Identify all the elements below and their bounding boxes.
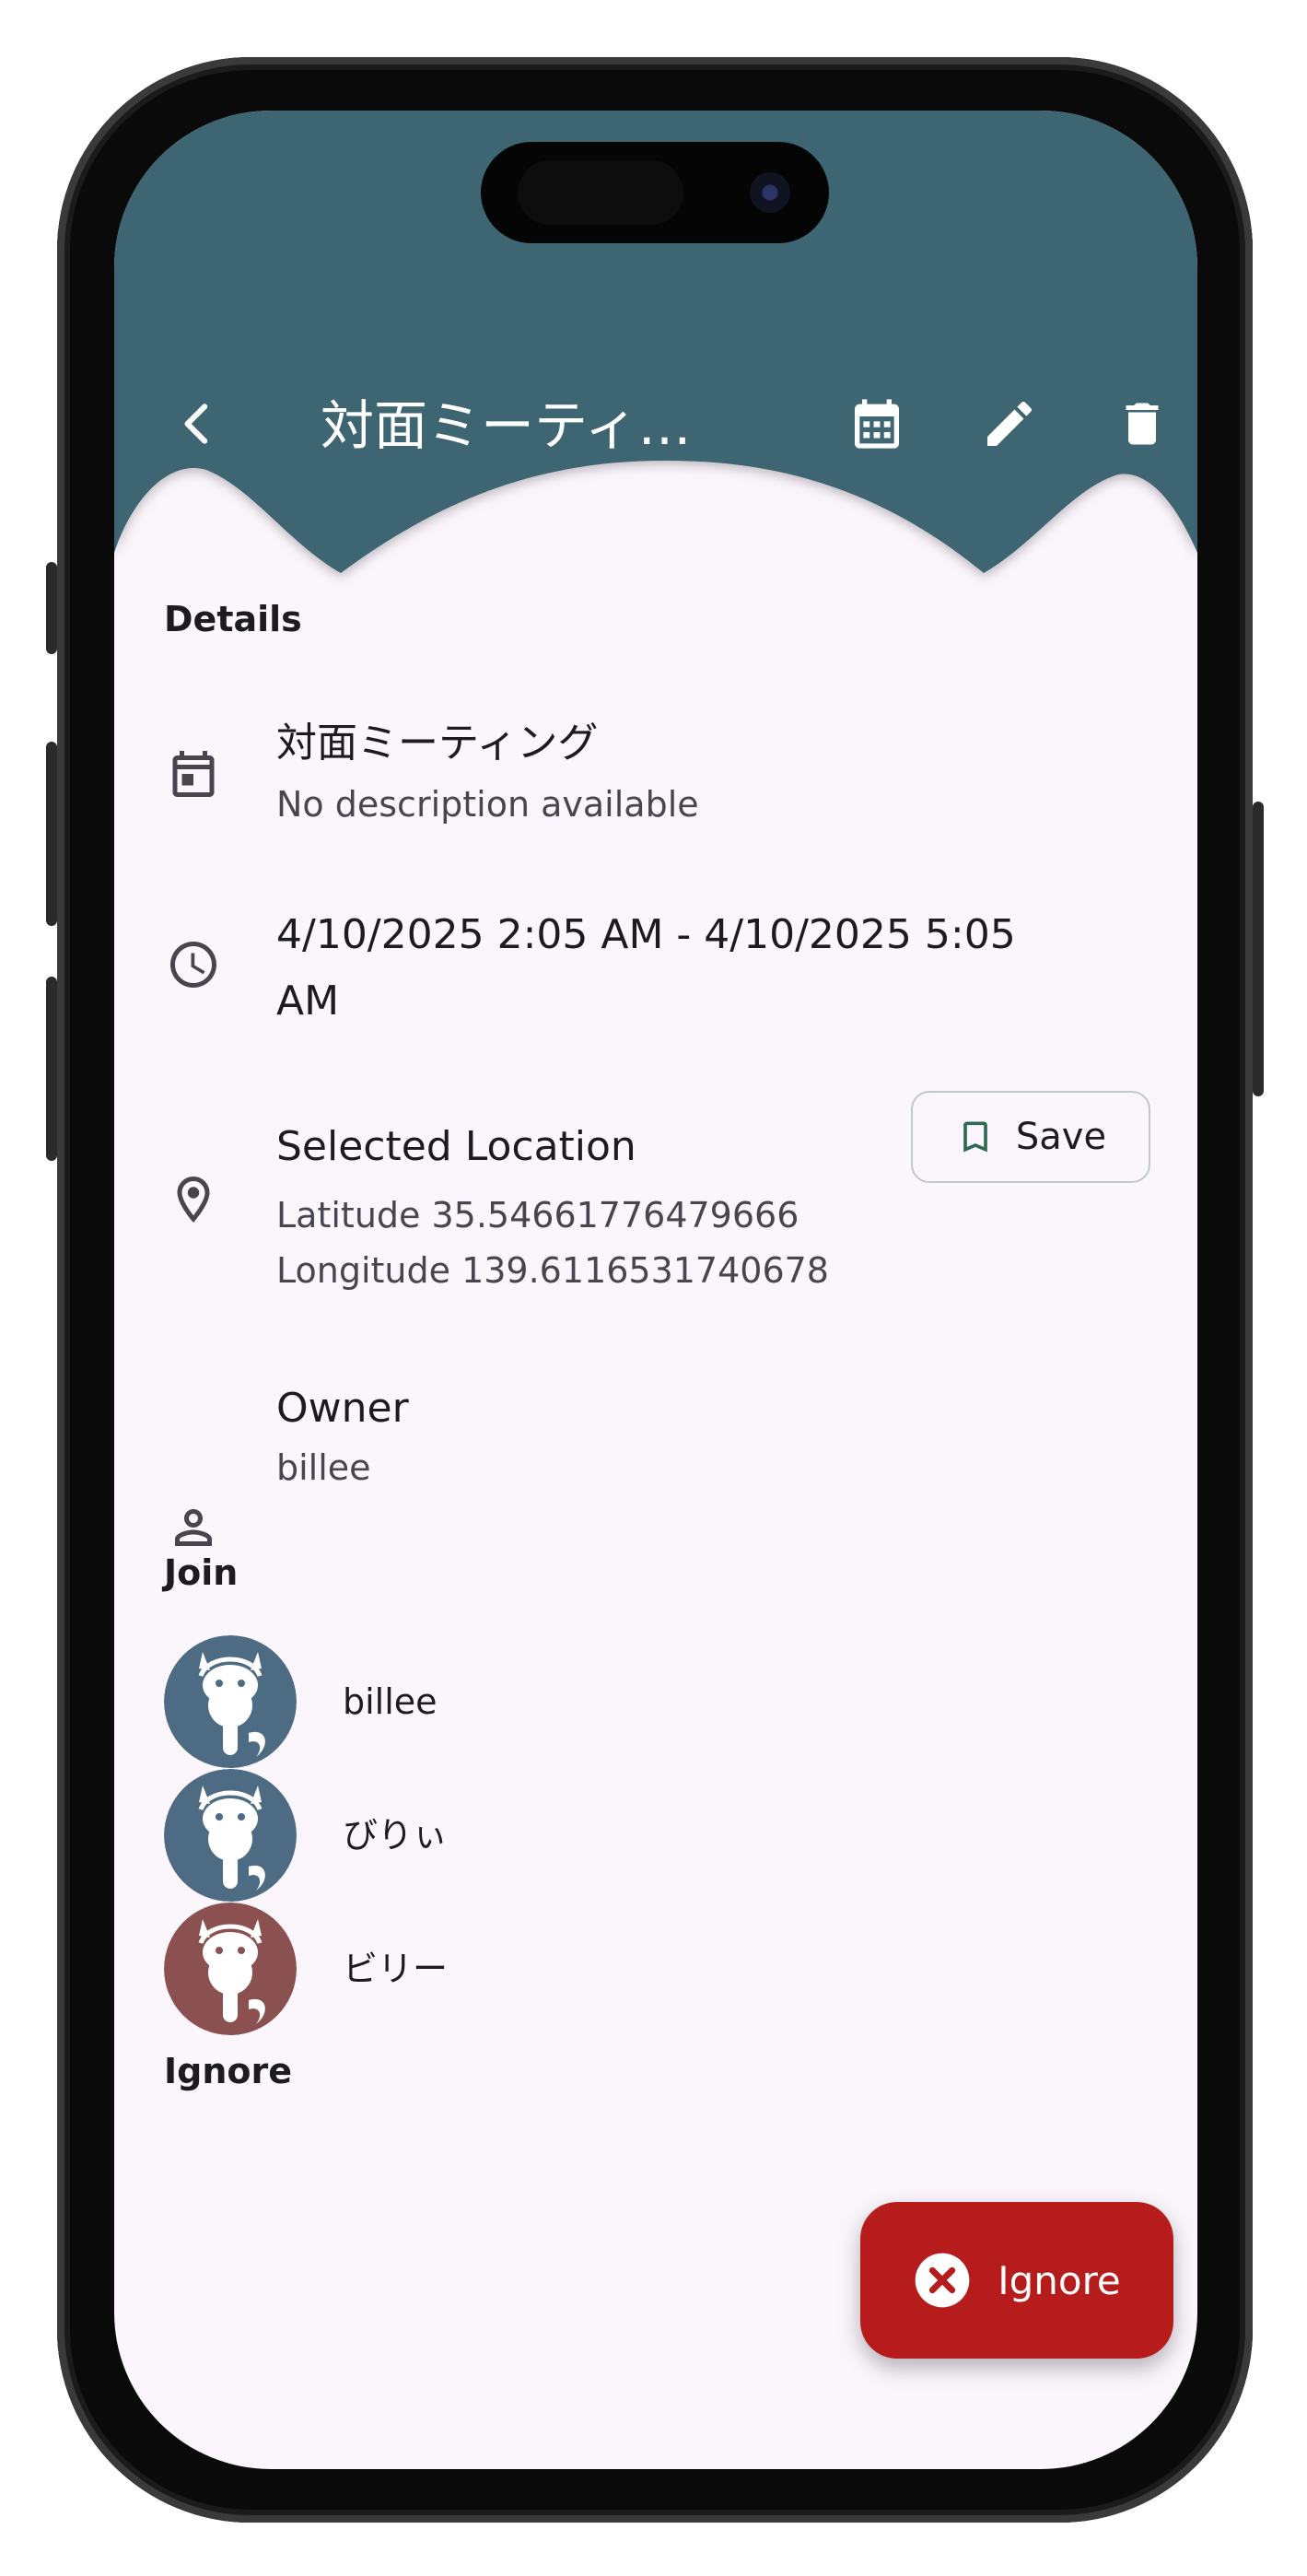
app-bar: 対面ミーティ… bbox=[114, 378, 1197, 479]
cancel-circle-icon bbox=[915, 2253, 970, 2308]
volume-down-button bbox=[46, 977, 57, 1161]
join-section-title: Join bbox=[164, 1552, 239, 1593]
volume-up-button bbox=[46, 742, 57, 926]
save-location-button[interactable]: Save bbox=[911, 1091, 1150, 1183]
location-longitude: Longitude 139.6116531740678 bbox=[276, 1250, 829, 1291]
ignore-button-label: Ignore bbox=[998, 2257, 1121, 2303]
location-pin-icon bbox=[177, 1177, 210, 1223]
event-title: 対面ミーティング bbox=[276, 720, 599, 767]
action-button bbox=[46, 562, 57, 654]
avatar bbox=[164, 1635, 297, 1768]
event-time-line2: AM bbox=[276, 978, 340, 1025]
list-item[interactable]: billee bbox=[164, 1635, 680, 1768]
power-button bbox=[1253, 802, 1264, 1096]
member-name: ビリー bbox=[343, 1949, 449, 1989]
ignore-button[interactable]: Ignore bbox=[860, 2202, 1173, 2359]
member-name: びりぃ bbox=[343, 1815, 449, 1856]
avatar bbox=[164, 1769, 297, 1902]
member-name: billee bbox=[343, 1681, 438, 1722]
person-icon bbox=[175, 1509, 212, 1546]
clock-icon bbox=[170, 942, 216, 988]
location-title: Selected Location bbox=[276, 1123, 636, 1170]
list-item[interactable]: びりぃ bbox=[164, 1769, 680, 1902]
save-button-label: Save bbox=[1015, 1116, 1107, 1158]
chevron-left-icon bbox=[184, 404, 208, 444]
delete-icon bbox=[1126, 403, 1159, 445]
event-description: No description available bbox=[276, 784, 699, 825]
details-section-title: Details bbox=[164, 599, 302, 639]
back-button[interactable] bbox=[151, 378, 243, 470]
front-camera bbox=[750, 172, 790, 213]
location-latitude: Latitude 35.54661776479666 bbox=[276, 1195, 799, 1235]
ignore-section-title: Ignore bbox=[164, 2051, 293, 2091]
sensor-pill bbox=[518, 160, 683, 225]
page-title: 対面ミーティ… bbox=[321, 394, 692, 457]
edit-icon bbox=[987, 401, 1033, 446]
bookmark-icon bbox=[963, 1121, 987, 1153]
edit-button[interactable] bbox=[963, 378, 1056, 470]
owner-name: billee bbox=[276, 1447, 371, 1488]
delete-button[interactable] bbox=[1096, 378, 1188, 470]
list-item[interactable]: ビリー bbox=[164, 1903, 680, 2035]
calendar-icon bbox=[172, 751, 215, 797]
app-screen: 対面ミーティ… Details 対面ミーティング No description … bbox=[114, 111, 1197, 2469]
calendar-button[interactable] bbox=[831, 378, 923, 470]
owner-label: Owner bbox=[276, 1385, 409, 1432]
dynamic-island bbox=[481, 142, 829, 243]
avatar bbox=[164, 1903, 297, 2035]
event-time-line1: 4/10/2025 2:05 AM - 4/10/2025 5:05 bbox=[276, 911, 1016, 958]
calendar-icon bbox=[855, 399, 899, 449]
